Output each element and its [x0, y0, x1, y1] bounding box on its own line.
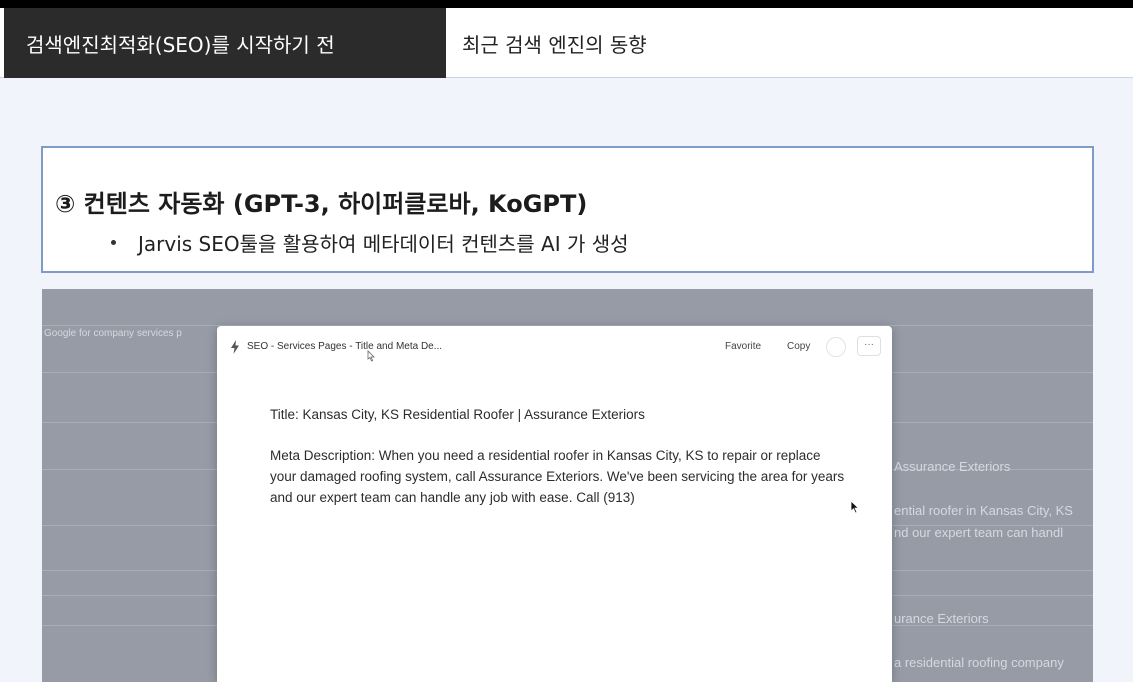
bullet-dot [111, 240, 116, 245]
cursor-icon [850, 500, 860, 514]
bg-left-label: Google for company services p [44, 328, 182, 339]
embedded-screenshot: Google for company services p Assurance … [42, 289, 1093, 682]
bg-right-line: urance Exteriors [894, 611, 989, 626]
output-meta-description: Meta Description: When you need a reside… [270, 448, 845, 505]
tab-before-seo-label: 검색엔진최적화(SEO)를 시작하기 전 [26, 32, 335, 57]
tab-bar: 검색엔진최적화(SEO)를 시작하기 전 최근 검색 엔진의 동향 [0, 8, 1133, 78]
bolt-icon [231, 340, 239, 354]
section-bullet: Jarvis SEO툴을 활용하여 메타데이터 컨텐츠를 AI 가 생성 [111, 228, 629, 257]
more-options-button[interactable]: ··· [857, 336, 881, 356]
copy-button[interactable]: Copy [787, 341, 810, 352]
modal-title: SEO - Services Pages - Title and Meta De… [247, 341, 443, 352]
bg-right-line: Assurance Exteriors [894, 459, 1011, 474]
favorite-button[interactable]: Favorite [725, 341, 761, 352]
top-border [0, 0, 1133, 8]
section-title: ③ 컨텐츠 자동화 (GPT-3, 하이퍼클로바, KoGPT) [55, 190, 588, 218]
output-modal: SEO - Services Pages - Title and Meta De… [217, 326, 892, 682]
bg-right-line: ential roofer in Kansas City, KS [894, 503, 1073, 518]
toggle-switch[interactable] [826, 337, 846, 357]
modal-output: Title: Kansas City, KS Residential Roofe… [270, 404, 850, 508]
tab-search-trends-label: 최근 검색 엔진의 동향 [462, 32, 647, 57]
tab-search-trends[interactable]: 최근 검색 엔진의 동향 [462, 8, 647, 78]
text-cursor-icon [367, 350, 375, 362]
bg-right-line: a residential roofing company [894, 655, 1064, 670]
output-title: Title: Kansas City, KS Residential Roofe… [270, 407, 645, 422]
tab-before-seo[interactable]: 검색엔진최적화(SEO)를 시작하기 전 [4, 8, 446, 78]
bg-right-line: nd our expert team can handl [894, 525, 1064, 540]
section-bullet-text: Jarvis SEO툴을 활용하여 메타데이터 컨텐츠를 AI 가 생성 [138, 232, 629, 256]
modal-header: SEO - Services Pages - Title and Meta De… [217, 326, 892, 370]
section-heading-box: ③ 컨텐츠 자동화 (GPT-3, 하이퍼클로바, KoGPT) Jarvis … [41, 146, 1094, 273]
